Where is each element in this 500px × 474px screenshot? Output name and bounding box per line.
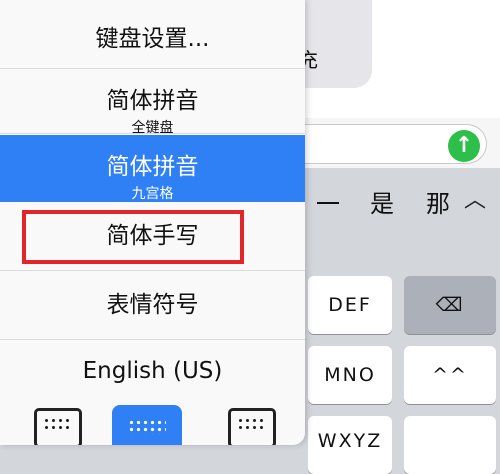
key-blank[interactable] bbox=[404, 416, 496, 474]
keyboard-center-icon[interactable] bbox=[112, 405, 182, 445]
message-input[interactable]: ↑ bbox=[290, 124, 487, 164]
menu-item-pinyin-9key[interactable]: 简体拼音 九宫格 bbox=[0, 135, 305, 202]
keyboard-switcher-menu: 键盘设置... 简体拼音 全键盘 简体拼音 九宫格 简体手写 表情符号 Engl… bbox=[0, 0, 305, 445]
menu-item-sublabel: 全键盘 bbox=[131, 120, 174, 136]
highlight-box bbox=[22, 210, 244, 264]
menu-item-label: 表情符号 bbox=[106, 292, 199, 318]
delete-key[interactable]: ⌫ bbox=[404, 276, 496, 334]
menu-item-english[interactable]: English (US) bbox=[0, 340, 305, 402]
menu-item-label: 简体拼音 bbox=[106, 154, 199, 180]
candidate-word[interactable]: 是 bbox=[370, 184, 394, 219]
menu-item-label: English (US) bbox=[82, 358, 223, 384]
chevron-up-icon[interactable]: ︿ bbox=[464, 182, 486, 214]
key-mno[interactable]: MNO bbox=[308, 346, 392, 404]
key-emoticon[interactable]: ^^ bbox=[404, 346, 496, 404]
delete-backspace-icon: ⌫ bbox=[435, 294, 465, 316]
key-def[interactable]: DEF bbox=[308, 276, 392, 334]
send-button[interactable]: ↑ bbox=[448, 130, 480, 162]
keyboard-settings-item[interactable]: 键盘设置... bbox=[0, 0, 305, 69]
candidate-word[interactable]: 那 bbox=[426, 184, 450, 219]
menu-item-sublabel: 九宫格 bbox=[131, 186, 174, 202]
menu-item-pinyin-full[interactable]: 简体拼音 全键盘 bbox=[0, 69, 305, 136]
candidate-word[interactable]: 一 bbox=[316, 184, 340, 219]
menu-item-label: 简体拼音 bbox=[106, 88, 199, 114]
menu-item-emoji[interactable]: 表情符号 bbox=[0, 271, 305, 340]
keyboard-left-icon[interactable] bbox=[34, 408, 82, 445]
arrow-up-icon: ↑ bbox=[454, 133, 474, 158]
keyboard-right-icon[interactable] bbox=[228, 408, 276, 445]
key-wxyz[interactable]: WXYZ bbox=[308, 416, 392, 474]
menu-item-label: 键盘设置... bbox=[95, 26, 210, 52]
